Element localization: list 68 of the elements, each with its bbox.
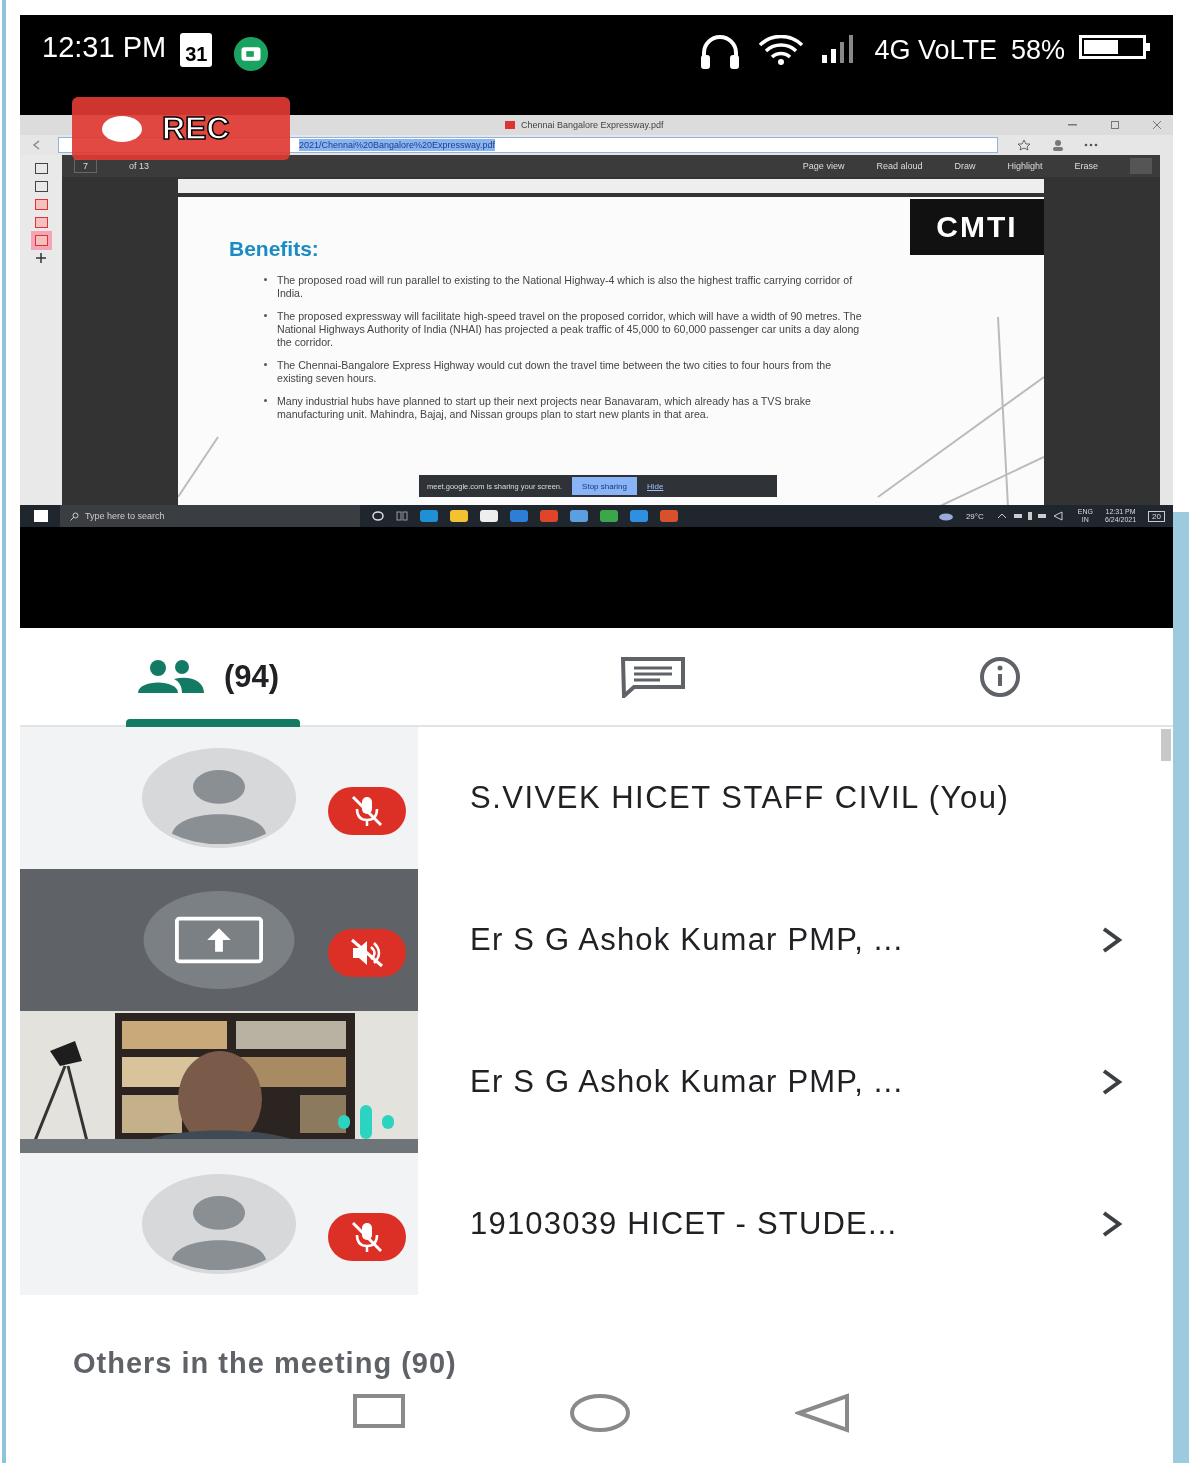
participant-name[interactable]: 19103039 HICET - STUDE... bbox=[470, 1206, 1081, 1242]
scrollbar[interactable] bbox=[1161, 729, 1171, 761]
bullet-text: Many industrial hubs have planned to start up their next projects near Banavaram, which already has a TVS brake manufacturing unit. Mahindra, Bajaj, and Nissan groups plan to start new plants in that area. bbox=[277, 394, 812, 422]
profile-icon[interactable] bbox=[1050, 139, 1066, 151]
circle-icon[interactable] bbox=[372, 511, 384, 521]
tab-icon[interactable] bbox=[34, 181, 48, 192]
participant-name[interactable]: Er S G Ashok Kumar PMP, ... bbox=[470, 1064, 1081, 1100]
chevron-right-icon[interactable] bbox=[1101, 1210, 1123, 1238]
start-icon[interactable] bbox=[34, 510, 48, 522]
hide-link[interactable]: Hide bbox=[647, 481, 664, 491]
notification-count[interactable]: 20 bbox=[1148, 510, 1165, 522]
mic-off-icon bbox=[350, 1221, 384, 1253]
calendar-icon: 31 bbox=[180, 33, 213, 67]
bullet-icon bbox=[264, 399, 267, 402]
toolbar-button[interactable]: Erase bbox=[1074, 161, 1098, 171]
browser-tab-title[interactable]: Chennai Bangalore Expressway.pdf bbox=[505, 120, 664, 130]
minimize-icon[interactable] bbox=[1068, 124, 1077, 126]
clock-time: 12:31 PM bbox=[42, 31, 167, 64]
avatar-icon bbox=[142, 748, 296, 848]
chat-icon bbox=[620, 655, 687, 698]
speaker-off-icon bbox=[350, 938, 384, 968]
avatar-icon bbox=[142, 1174, 296, 1274]
back-icon[interactable] bbox=[32, 140, 40, 150]
network-type: 4G VoLTE bbox=[874, 35, 997, 66]
screen-share-icon bbox=[174, 916, 264, 964]
toolbar-button[interactable]: Highlight bbox=[1007, 161, 1043, 171]
weather-text[interactable]: 29°C bbox=[965, 511, 984, 521]
home-icon[interactable] bbox=[569, 1393, 632, 1433]
stop-sharing-button[interactable]: Stop sharing bbox=[572, 477, 637, 495]
battery-percent: 58% bbox=[1010, 35, 1065, 66]
page-number-field[interactable]: 7 bbox=[74, 159, 97, 173]
bullet-icon bbox=[264, 363, 267, 366]
maximize-icon[interactable] bbox=[1111, 121, 1119, 129]
close-icon[interactable] bbox=[1153, 121, 1161, 129]
bullet-text: The proposed expressway will facilitate high-speed travel on the proposed corridor, which will have a width of 90 metres. The National Highways Authority of India (NHAI) has projected a peak traffic of 45,000 to 60,000 passenger car units a day along the corridor. bbox=[277, 309, 863, 350]
toolbar-button[interactable]: Draw bbox=[954, 161, 976, 171]
star-icon[interactable] bbox=[1016, 139, 1032, 151]
tab[interactable]: (94) bbox=[20, 628, 481, 725]
bullet-icon bbox=[264, 278, 267, 281]
bullet-text: The proposed road will run parallel to existing to the National Highway-4 which is also the highest traffic carrying corridor of India. bbox=[277, 273, 854, 301]
section-heading: Others in the meeting (90) bbox=[72, 1346, 458, 1381]
recording-overlay: REC bbox=[72, 97, 290, 160]
task-view-icon[interactable] bbox=[396, 511, 408, 521]
bullet-text: The Chennai-Bangalore Express Highway would cut down the travel time between the two cities to four hours from the existing seven hours. bbox=[277, 358, 833, 386]
add-tab-icon[interactable] bbox=[36, 253, 46, 263]
chevron-right-icon[interactable] bbox=[1101, 1068, 1123, 1096]
slide-title: Benefits: bbox=[229, 237, 320, 261]
back-icon[interactable] bbox=[795, 1393, 852, 1433]
more-icon[interactable] bbox=[1084, 143, 1098, 147]
tray-icons[interactable] bbox=[995, 511, 1066, 521]
logo: CMTI bbox=[910, 199, 1044, 255]
scrollbar[interactable] bbox=[1160, 155, 1173, 505]
chevron-right-icon[interactable] bbox=[1101, 926, 1123, 954]
participant-name[interactable]: S.VIVEK HICET STAFF CIVIL (You) bbox=[470, 780, 1153, 816]
battery-icon bbox=[1079, 35, 1151, 59]
recents-icon[interactable] bbox=[351, 1393, 406, 1429]
participant-name[interactable]: Er S G Ashok Kumar PMP, ... bbox=[470, 922, 1081, 958]
toolbar-button[interactable]: Read aloud bbox=[876, 161, 923, 171]
page-count: of 13 bbox=[129, 161, 150, 171]
search-icon bbox=[70, 511, 79, 521]
tab-icon[interactable] bbox=[34, 163, 48, 174]
bullet-icon bbox=[264, 314, 267, 317]
search-field[interactable]: Type here to search bbox=[60, 505, 360, 527]
pdf-tab-icon[interactable] bbox=[34, 199, 48, 210]
mic-off-icon bbox=[350, 795, 384, 827]
pdf-tab-icon[interactable] bbox=[34, 217, 48, 228]
participant-count: (94) bbox=[224, 658, 280, 695]
toolbar-button[interactable]: Page view bbox=[802, 161, 845, 171]
